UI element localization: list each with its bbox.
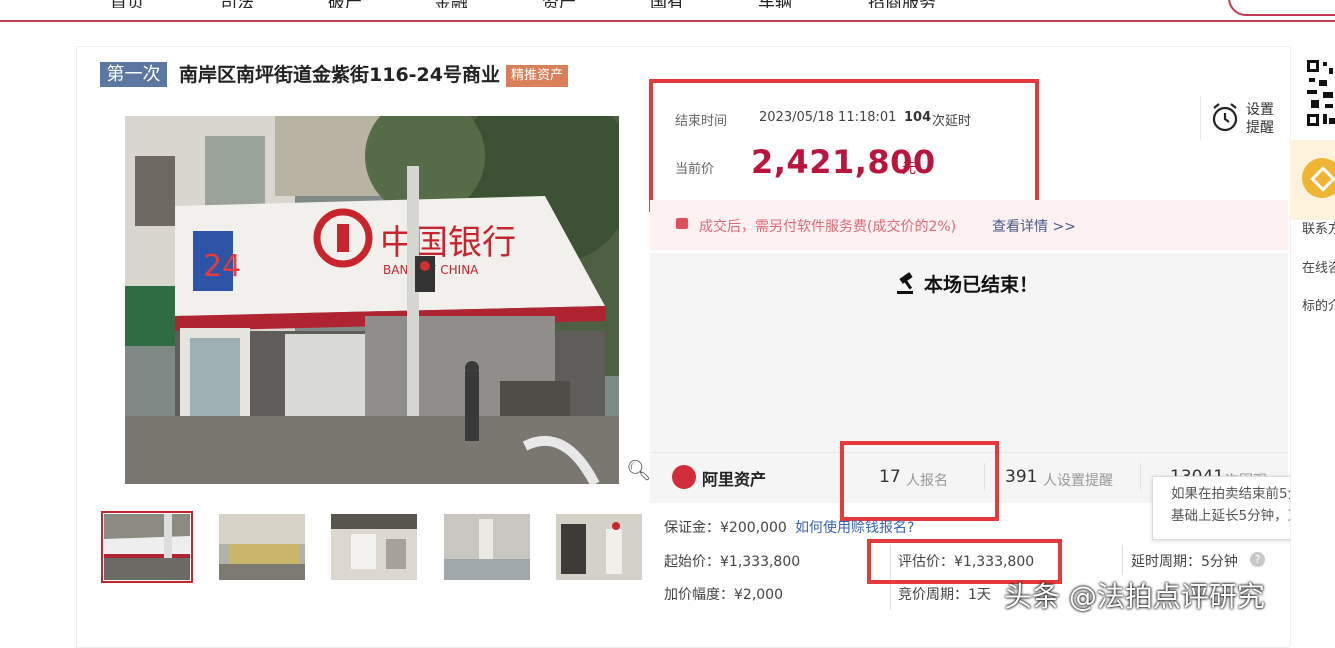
fee-notice-text: 成交后，需另付软件服务费(成交价的2%) [699,219,957,235]
thumbnail-1[interactable] [101,511,193,583]
help-icon[interactable]: ? [1250,552,1265,567]
thumbnail-3[interactable] [331,514,417,580]
nav-item-bankrupt[interactable]: 破产 [328,0,362,8]
highlight-box-price [649,79,1039,212]
zoom-icon[interactable]: 🔍︎ [626,458,651,484]
nav-item-state[interactable]: 国有 [650,0,684,8]
nav-item-assets[interactable]: 资产 [542,0,576,8]
nav-item-invest[interactable]: 招商服务 [868,0,936,8]
reminder-label-1: 设置 [1246,102,1274,118]
nav-item-home[interactable]: 首页 [110,0,144,8]
nav-item-vehicles[interactable]: 车辆 [758,0,792,8]
nav-item-finance[interactable]: 金融 [434,0,468,8]
fee-details-link[interactable]: 查看详情 >> [992,216,1076,236]
right-sidebar [1290,46,1335,646]
online-consult-label[interactable]: 在线咨 [1302,257,1335,276]
provider-name: 阿里资产 [702,470,767,489]
page-title: 南岸区南坪街道金紫街116-24号商业 [179,64,500,86]
reminder-label-2: 提醒 [1246,120,1274,136]
coin-icon[interactable] [1302,158,1335,198]
highlight-box-signup [840,441,999,521]
svg-text:24: 24 [203,249,241,284]
contact-label[interactable]: 联系方 [1302,218,1335,237]
round-tag: 第一次 [100,62,167,87]
stats-divider [1140,463,1141,491]
thumbnail-5[interactable] [556,514,642,580]
watermark-text: 头条 @法拍点评研究 [1004,580,1265,613]
alarm-clock-icon [1212,103,1238,132]
gavel-icon [895,272,919,301]
start-price-value: 起始价：¥1,333,800 [664,554,801,570]
bank-building-photo: 24 中国银行 BANK OF CHINA [125,116,619,484]
remind-count-label: 人设置提醒 [1043,473,1113,489]
delay-period-value: 延时周期：5分钟 [1131,554,1238,570]
search-input[interactable] [1228,0,1335,16]
main-photo[interactable]: 24 中国银行 BANK OF CHINA [125,116,619,484]
thumbnail-4[interactable] [444,514,530,580]
recommend-badge: 精推资产 [506,65,569,87]
set-reminder-button[interactable]: 设置 提醒 [1200,96,1281,140]
increment-value: 加价幅度：¥2,000 [664,587,783,603]
auction-ended-text: 本场已结束！ [924,274,1039,296]
qr-code-icon[interactable] [1305,58,1335,130]
gift-icon [676,218,688,229]
deposit-help-link[interactable]: 如何使用赊钱报名? [795,517,914,537]
deposit-value: 保证金：¥200,000 [664,520,787,536]
item-intro-label[interactable]: 标的介 [1302,295,1335,314]
row-divider [1122,545,1123,575]
remind-count: 391 [1005,467,1038,487]
svg-text:中国银行: 中国银行 [380,223,516,263]
ali-assets-logo-icon [672,465,696,489]
bid-period-value: 竞价周期：1天 [898,587,991,603]
nav-item-judicial[interactable]: 司法 [220,0,254,8]
thumbnail-2[interactable] [219,514,305,580]
